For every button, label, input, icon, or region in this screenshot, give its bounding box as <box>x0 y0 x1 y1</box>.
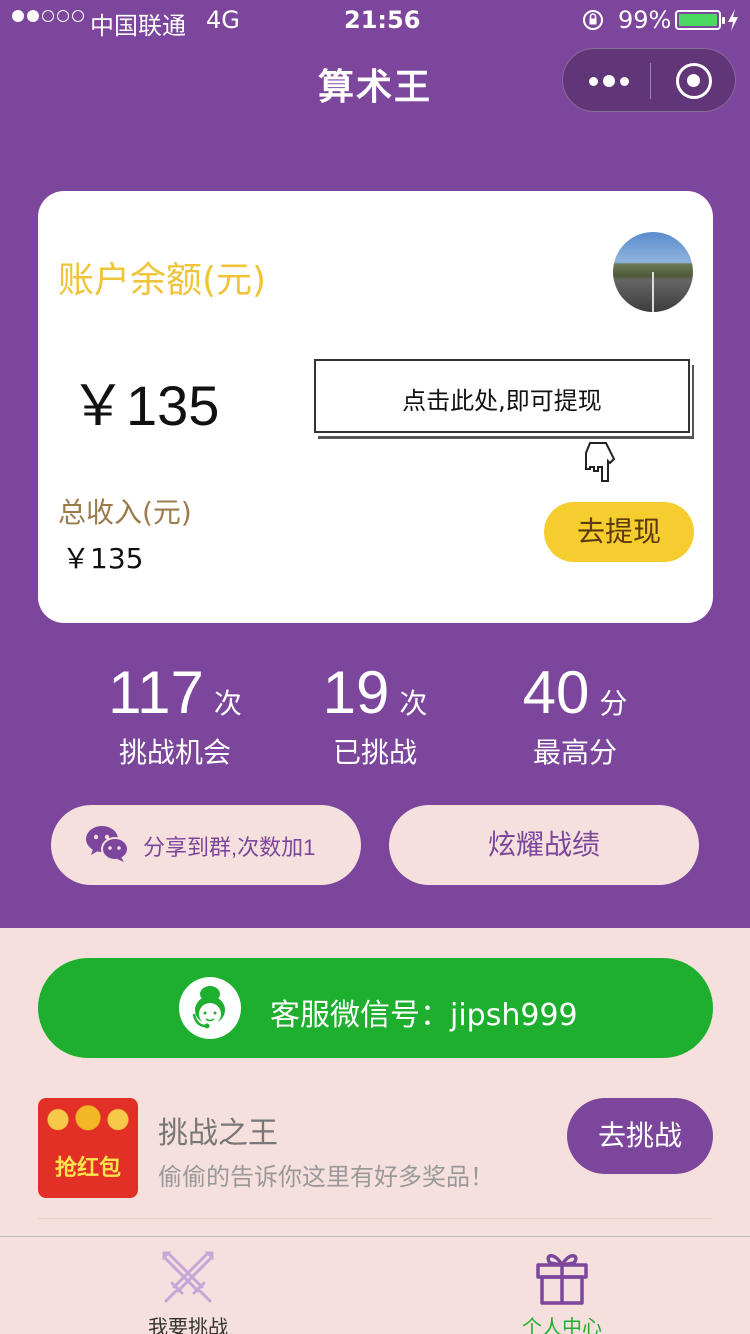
challenge-title: 挑战之王 <box>158 1116 278 1151</box>
status-bar: 中国联通 4G 21:56 99% <box>0 0 750 40</box>
stat-value: 117 <box>108 659 204 726</box>
stat-unit: 分 <box>599 687 628 720</box>
challenge-description: 偷偷的告诉你这里有好多奖品！ <box>158 1163 494 1191</box>
stat-unit: 次 <box>213 687 242 720</box>
tab-profile[interactable]: 个人中心 <box>462 1237 662 1334</box>
capsule-divider <box>650 63 651 99</box>
miniprogram-capsule <box>562 48 736 112</box>
tab-label: 我要挑战 <box>148 1315 228 1334</box>
wechat-icon <box>86 826 129 862</box>
rotation-lock-icon <box>583 10 603 30</box>
withdraw-tip-text: 点击此处,即可提现 <box>402 387 602 415</box>
stat-unit: 次 <box>399 687 428 720</box>
stat-label: 已挑战 <box>332 736 417 769</box>
divider <box>38 1218 713 1219</box>
stat-challenged: 19 次 已挑战 <box>260 658 490 771</box>
red-packet-label: 抢红包 <box>54 1156 121 1181</box>
pointing-hand-icon <box>585 442 616 482</box>
crossed-swords-icon <box>162 1251 214 1303</box>
tab-bar: 我要挑战 个人中心 <box>0 1236 750 1334</box>
stat-high-score: 40 分 最高分 <box>460 658 690 771</box>
balance-label: 账户余额(元) <box>58 260 267 301</box>
stat-value: 40 <box>522 659 590 726</box>
network-type: 4G <box>206 6 240 34</box>
customer-service-bar[interactable]: 客服微信号：jipsh999 <box>38 958 713 1058</box>
coins-icon <box>38 1098 138 1134</box>
carrier-name: 中国联通 <box>90 12 186 40</box>
share-label: 分享到群,次数加1 <box>143 835 316 860</box>
stat-label: 挑战机会 <box>118 736 231 769</box>
close-target-icon[interactable] <box>676 63 712 99</box>
withdraw-tip-banner[interactable]: 点击此处,即可提现 <box>314 359 690 433</box>
stat-chances: 117 次 挑战机会 <box>60 658 290 771</box>
balance-amount: ￥135 <box>70 374 220 437</box>
battery-percent: 99% <box>618 6 672 34</box>
tab-label: 个人中心 <box>522 1315 602 1334</box>
gift-icon <box>536 1254 588 1305</box>
red-packet-icon[interactable]: 抢红包 <box>38 1098 138 1198</box>
status-time: 21:56 <box>344 6 421 34</box>
signal-strength-icon <box>12 10 84 22</box>
charging-icon <box>728 9 738 31</box>
show-off-button[interactable]: 炫耀战绩 <box>389 805 699 885</box>
more-icon[interactable] <box>589 75 629 87</box>
avatar[interactable] <box>613 232 693 312</box>
go-challenge-button[interactable]: 去挑战 <box>567 1098 713 1174</box>
stat-label: 最高分 <box>532 736 617 769</box>
share-to-group-button[interactable]: 分享到群,次数加1 <box>51 805 361 885</box>
stat-value: 19 <box>322 659 390 726</box>
customer-service-text: 客服微信号：jipsh999 <box>270 998 578 1033</box>
battery-icon <box>675 10 725 30</box>
customer-service-icon <box>179 977 241 1039</box>
withdraw-button[interactable]: 去提现 <box>544 502 694 562</box>
balance-card: 账户余额(元) ￥135 点击此处,即可提现 总收入(元) ￥135 去提现 <box>38 191 713 623</box>
tab-challenge[interactable]: 我要挑战 <box>88 1237 288 1334</box>
income-label: 总收入(元) <box>58 496 192 529</box>
income-amount: ￥135 <box>62 542 144 575</box>
